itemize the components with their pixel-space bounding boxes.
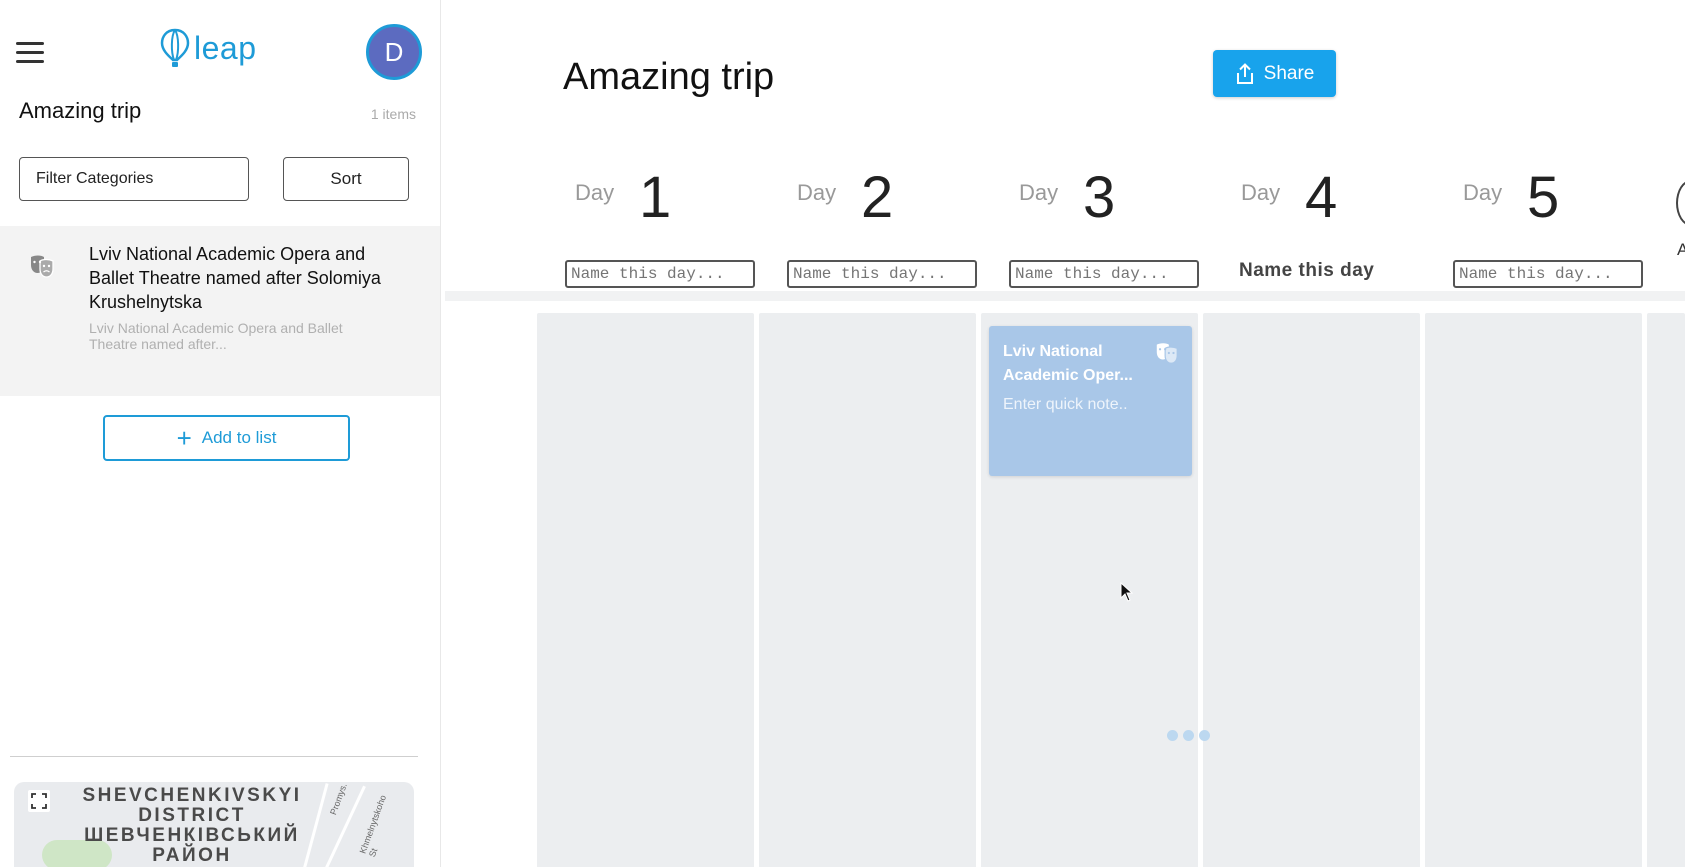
activity-card[interactable]: Lviv National Academic Oper... Enter qui…	[989, 326, 1192, 476]
day-label: Day	[797, 180, 837, 205]
day-number: 1	[639, 165, 672, 230]
user-avatar[interactable]: D	[366, 24, 422, 80]
mouse-cursor-icon	[1120, 582, 1134, 602]
day-name-input[interactable]	[565, 260, 755, 288]
filter-categories-button[interactable]: Filter Categories	[19, 157, 249, 201]
add-day-label[interactable]: Ac	[1677, 240, 1685, 260]
day-label: Day	[575, 180, 615, 205]
map-district-label: SHEVCHENKIVSKYI DISTRICT ШЕВЧЕНКІВСЬКИЙ …	[82, 785, 302, 866]
share-icon	[1236, 62, 1253, 84]
share-button[interactable]: Share	[1213, 50, 1336, 97]
day-name-input[interactable]	[1009, 260, 1199, 288]
map-street-label: Khmelnytskoho St	[357, 793, 389, 859]
day-drop-zone-6[interactable]	[1647, 313, 1685, 867]
itinerary-board: Amazing trip Share Day 1 Day 2 Day 3 Day…	[445, 8, 1685, 867]
add-day-icon[interactable]	[1676, 180, 1685, 226]
list-item[interactable]: Lviv National Academic Opera and Ballet …	[0, 226, 440, 396]
sort-button[interactable]: Sort	[283, 157, 409, 201]
share-label: Share	[1263, 62, 1315, 84]
day-label: Day	[1463, 180, 1503, 205]
header-divider	[445, 291, 1685, 301]
day-label: Day	[1019, 180, 1059, 205]
list-item-title: Lviv National Academic Opera and Ballet …	[89, 244, 381, 312]
sidebar-trip-title: Amazing trip	[19, 98, 142, 123]
day-drop-zone-5[interactable]	[1425, 313, 1642, 867]
loading-dots-icon	[1167, 730, 1210, 741]
day-number: 3	[1083, 165, 1116, 230]
sidebar: leap D Amazing trip 1 items Filter Categ…	[0, 0, 441, 867]
day-drop-zone-1[interactable]	[537, 313, 754, 867]
app-logo[interactable]: leap	[160, 26, 257, 70]
plus-icon: +	[176, 423, 192, 453]
day-name-input[interactable]	[1453, 260, 1643, 288]
logo-text: leap	[194, 29, 257, 66]
list-item-description: Lviv National Academic Opera and Ballet …	[89, 320, 343, 352]
card-title: Lviv National Academic Oper...	[1003, 343, 1133, 384]
fullscreen-icon[interactable]	[28, 790, 50, 812]
map-preview[interactable]: SHEVCHENKIVSKYI DISTRICT ШЕВЧЕНКІВСЬКИЙ …	[14, 782, 414, 867]
day-name-label[interactable]: Name this day	[1239, 260, 1374, 282]
day-name-input[interactable]	[787, 260, 977, 288]
items-count: 1 items	[370, 106, 416, 122]
day-number: 2	[861, 165, 894, 230]
day-label: Day	[1241, 180, 1281, 205]
add-to-list-label: Add to list	[201, 428, 277, 447]
divider	[10, 756, 418, 757]
quick-note-input[interactable]: Enter quick note..	[1003, 396, 1178, 414]
theatre-masks-icon	[1156, 343, 1178, 364]
map-road	[325, 785, 366, 867]
day-drop-zone-4[interactable]	[1203, 313, 1420, 867]
day-drop-zone-2[interactable]	[759, 313, 976, 867]
day-number: 4	[1305, 165, 1338, 230]
add-to-list-button[interactable]: + Add to list	[103, 415, 350, 461]
map-street-label: Promys.	[328, 782, 349, 817]
page-title: Amazing trip	[563, 56, 775, 98]
day-number: 5	[1527, 165, 1560, 230]
theatre-masks-icon	[31, 255, 54, 278]
balloon-icon	[160, 28, 190, 67]
menu-icon[interactable]	[16, 42, 44, 64]
